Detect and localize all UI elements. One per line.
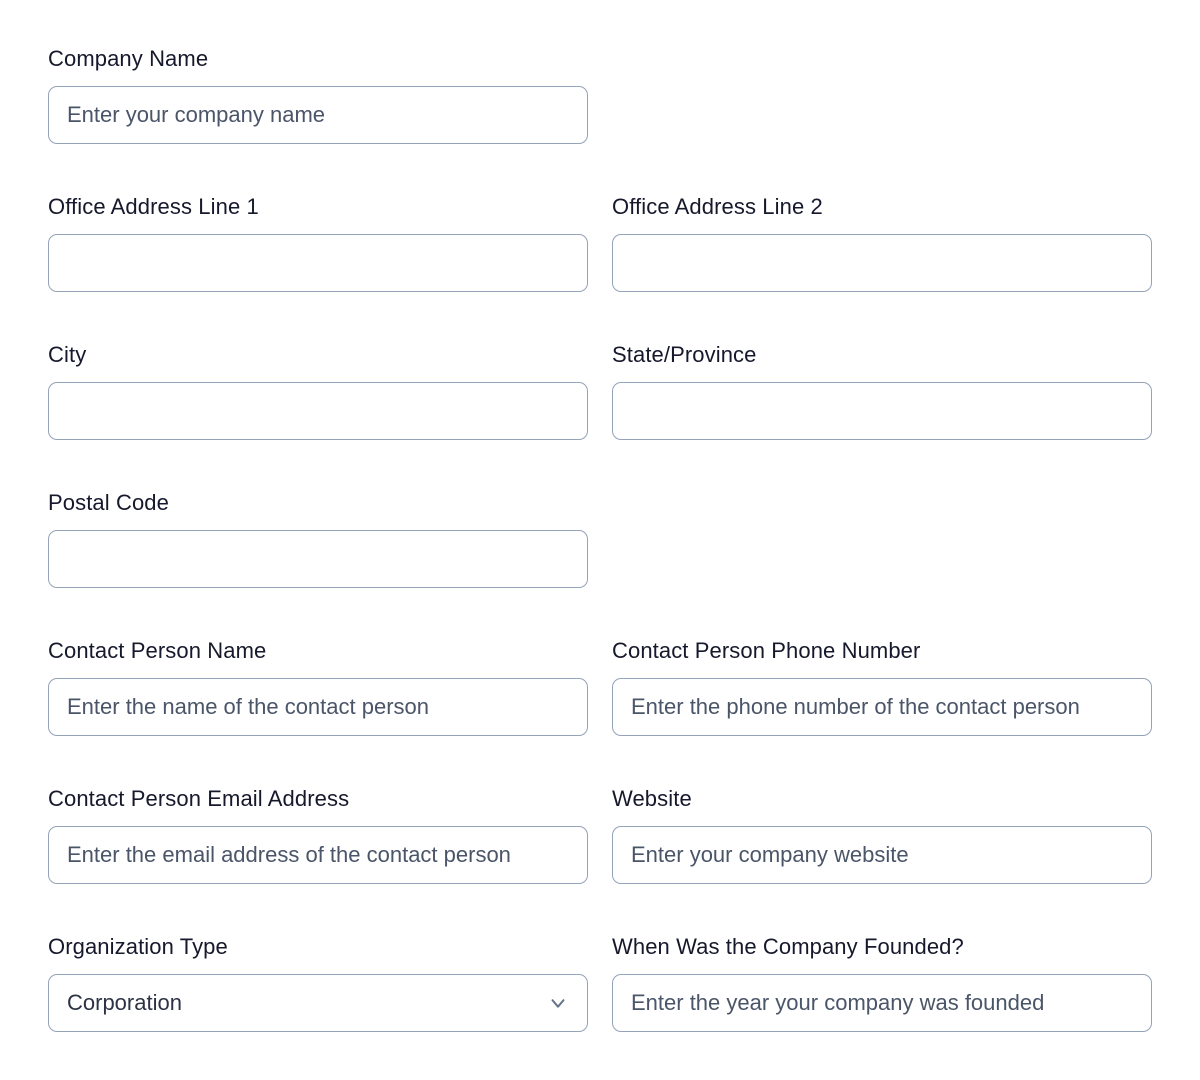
field-contact-person-name: Contact Person Name Enter the name of th…: [48, 638, 588, 786]
input-contact-person-phone-number-placeholder: Enter the phone number of the contact pe…: [631, 694, 1080, 719]
label-company-founded-year: When Was the Company Founded?: [612, 934, 964, 959]
input-company-name[interactable]: Enter your company name: [48, 86, 588, 144]
grid-spacer-row1: [612, 46, 1152, 194]
input-postal-code[interactable]: [48, 530, 588, 588]
input-contact-person-email-address-placeholder: Enter the email address of the contact p…: [67, 842, 511, 867]
field-office-address-line-1: Office Address Line 1: [48, 194, 588, 342]
select-organization-type[interactable]: Corporation: [48, 974, 588, 1032]
label-contact-person-phone-number: Contact Person Phone Number: [612, 638, 921, 663]
input-company-name-placeholder: Enter your company name: [67, 102, 326, 127]
label-postal-code: Postal Code: [48, 490, 169, 515]
label-contact-person-name: Contact Person Name: [48, 638, 267, 663]
form-field-grid: Company Name Enter your company name Off…: [48, 46, 1152, 1080]
company-details-form: Company Name Enter your company name Off…: [0, 0, 1200, 1080]
chevron-down-icon: [545, 990, 571, 1016]
field-website: Website Enter your company website: [612, 786, 1152, 934]
input-company-founded-year-placeholder: Enter the year your company was founded: [631, 990, 1045, 1015]
input-city[interactable]: [48, 382, 588, 440]
input-contact-person-phone-number[interactable]: Enter the phone number of the contact pe…: [612, 678, 1152, 736]
input-contact-person-name[interactable]: Enter the name of the contact person: [48, 678, 588, 736]
label-office-address-line-1: Office Address Line 1: [48, 194, 259, 219]
input-company-founded-year[interactable]: Enter the year your company was founded: [612, 974, 1152, 1032]
label-company-name: Company Name: [48, 46, 209, 71]
field-contact-person-email-address: Contact Person Email Address Enter the e…: [48, 786, 588, 934]
field-contact-person-phone-number: Contact Person Phone Number Enter the ph…: [612, 638, 1152, 786]
field-postal-code: Postal Code: [48, 490, 588, 638]
label-contact-person-email-address: Contact Person Email Address: [48, 786, 350, 811]
label-office-address-line-2: Office Address Line 2: [612, 194, 823, 219]
grid-spacer-row4: [612, 490, 1152, 638]
label-city: City: [48, 342, 87, 367]
field-city: City: [48, 342, 588, 490]
input-website[interactable]: Enter your company website: [612, 826, 1152, 884]
field-company-founded-year: When Was the Company Founded? Enter the …: [612, 934, 1152, 1080]
select-organization-type-value: Corporation: [67, 990, 182, 1015]
input-contact-person-email-address[interactable]: Enter the email address of the contact p…: [48, 826, 588, 884]
field-company-name: Company Name Enter your company name: [48, 46, 588, 194]
input-contact-person-name-placeholder: Enter the name of the contact person: [67, 694, 430, 719]
field-organization-type: Organization Type Corporation: [48, 934, 588, 1080]
input-office-address-line-1[interactable]: [48, 234, 588, 292]
field-state-province: State/Province: [612, 342, 1152, 490]
label-website: Website: [612, 786, 692, 811]
label-state-province: State/Province: [612, 342, 757, 367]
label-organization-type: Organization Type: [48, 934, 228, 959]
input-office-address-line-2[interactable]: [612, 234, 1152, 292]
input-website-placeholder: Enter your company website: [631, 842, 909, 867]
input-state-province[interactable]: [612, 382, 1152, 440]
field-office-address-line-2: Office Address Line 2: [612, 194, 1152, 342]
